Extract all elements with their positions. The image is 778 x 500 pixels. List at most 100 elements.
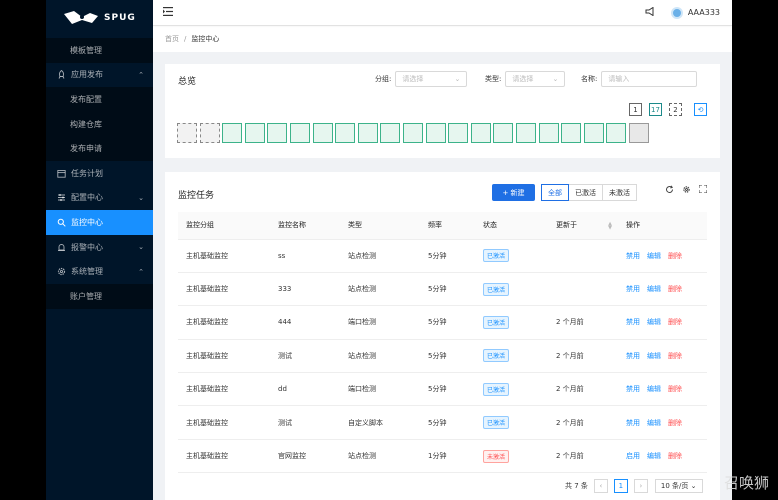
toggle-link[interactable]: 禁用 (626, 285, 640, 293)
cell-updated-text: 2 个月前 (556, 385, 584, 394)
chevron-up-icon: ⌃ (138, 70, 144, 79)
monitor-status-square[interactable] (606, 123, 627, 143)
cell-freq-text: 5分钟 (428, 318, 447, 327)
monitor-status-square[interactable] (425, 123, 446, 143)
sidebar-item-5[interactable]: 任务计划 (46, 161, 153, 186)
avatar[interactable] (670, 6, 683, 19)
delete-link[interactable]: 删除 (668, 318, 682, 326)
cell-type: 站点检测 (340, 439, 420, 474)
sidebar-item-2[interactable]: 发布配置 (46, 87, 153, 112)
monitor-status-square[interactable] (561, 123, 582, 143)
monitor-status-square[interactable] (267, 123, 288, 143)
sidebar-item-1[interactable]: 应用发布 ⌃ (46, 63, 153, 88)
delete-link[interactable]: 删除 (668, 452, 682, 460)
logo-text: SPUG (104, 13, 136, 23)
toggle-normal[interactable]: 1 (629, 103, 642, 116)
monitor-status-square[interactable] (199, 123, 220, 143)
cell-type-text: 站点检测 (348, 351, 376, 360)
menu-fold-icon[interactable] (163, 6, 173, 19)
monitor-status-square[interactable] (470, 123, 491, 143)
sidebar-item-9[interactable]: 系统管理 ⌃ (46, 259, 153, 284)
monitor-status-square[interactable] (380, 123, 401, 143)
toggle-link[interactable]: 启用 (626, 452, 640, 460)
monitor-status-square[interactable] (357, 123, 378, 143)
toggle-refresh[interactable]: ⟲ (694, 103, 707, 116)
username[interactable]: AAA333 (688, 8, 720, 17)
page-button[interactable]: 1 (613, 479, 628, 493)
sidebar-item-label: 配置中心 (71, 193, 103, 203)
breadcrumb-home[interactable]: 首页 (165, 34, 179, 44)
cell-status: 已激活 (475, 405, 548, 440)
edit-link[interactable]: 编辑 (647, 352, 661, 360)
sidebar-item-0[interactable]: 模板管理 (46, 38, 153, 63)
cell-freq-text: 5分钟 (428, 285, 447, 294)
monitor-status-square[interactable] (177, 123, 197, 143)
notification-icon[interactable] (645, 6, 655, 18)
toggle-link[interactable]: 禁用 (626, 252, 640, 260)
toggle-link[interactable]: 禁用 (626, 318, 640, 326)
toggle-link[interactable]: 禁用 (626, 419, 640, 427)
edit-link[interactable]: 编辑 (647, 452, 661, 460)
gear-icon[interactable] (682, 185, 691, 197)
monitor-status-square[interactable] (222, 123, 243, 143)
cell-type-text: 站点检测 (348, 251, 376, 260)
page-size-select[interactable]: 10 条/页 ⌄ (654, 479, 703, 493)
group-select[interactable]: 请选择 ⌄ (395, 71, 468, 87)
monitor-status-square[interactable] (629, 123, 649, 143)
delete-link[interactable]: 删除 (668, 252, 682, 260)
type-select[interactable]: 请选择 ⌄ (505, 71, 566, 87)
edit-link[interactable]: 编辑 (647, 285, 661, 293)
status-badge: 已激活 (483, 315, 510, 329)
table-row: 主机基础监控 官网监控 站点检测 1分钟 未激活 2 个月前 启用 编辑 删除 (178, 439, 707, 474)
monitor-status-square[interactable] (583, 123, 604, 143)
monitor-status-square[interactable] (312, 123, 333, 143)
cell-status: 已激活 (475, 272, 548, 307)
delete-link[interactable]: 删除 (668, 285, 682, 293)
edit-link[interactable]: 编辑 (647, 419, 661, 427)
radio-active[interactable]: 已激活 (568, 184, 603, 201)
chevron-down-icon: ⌄ (138, 243, 144, 252)
monitor-status-square[interactable] (448, 123, 469, 143)
edit-link[interactable]: 编辑 (647, 385, 661, 393)
monitor-status-square[interactable] (403, 123, 423, 143)
sidebar-item-3[interactable]: 构建仓库 (46, 111, 153, 137)
radio-all[interactable]: 全部 (541, 184, 569, 201)
chevron-down-icon: ⌄ (454, 75, 461, 83)
monitor-status-square[interactable] (244, 123, 265, 143)
name-input[interactable]: 请输入 (601, 71, 698, 87)
name-filter: 名称: 请输入 (581, 71, 698, 87)
radio-inactive[interactable]: 未激活 (602, 184, 637, 201)
new-button[interactable]: + 新建 (492, 184, 535, 201)
edit-link[interactable]: 编辑 (647, 252, 661, 260)
reload-icon[interactable] (665, 185, 674, 197)
monitor-status-square[interactable] (516, 123, 536, 143)
sidebar-item-10[interactable]: 账户管理 (46, 283, 153, 309)
cell-updated: 2 个月前 (548, 305, 618, 340)
cell-freq: 5分钟 (420, 305, 475, 340)
sidebar-item-7[interactable]: 监控中心 (46, 210, 153, 235)
prev-page-button[interactable]: ‹ (593, 479, 608, 493)
delete-link[interactable]: 删除 (668, 352, 682, 360)
sidebar-item-label: 监控中心 (71, 217, 103, 227)
delete-link[interactable]: 删除 (668, 385, 682, 393)
sidebar-item-8[interactable]: 报警中心 ⌄ (46, 235, 153, 260)
toggle-pending[interactable]: 2 (669, 103, 682, 116)
column-header-updated[interactable]: 更新于 ▲ ▼ (548, 212, 618, 240)
sidebar-item-4[interactable]: 发布申请 (46, 136, 153, 161)
monitor-status-square[interactable] (290, 123, 310, 143)
cell-name: dd (270, 372, 340, 407)
toggle-link[interactable]: 禁用 (626, 352, 640, 360)
monitor-status-square[interactable] (335, 123, 356, 143)
breadcrumb-separator: / (184, 35, 187, 43)
monitor-status-square[interactable] (493, 123, 514, 143)
sidebar-item-6[interactable]: 配置中心 ⌄ (46, 186, 153, 211)
edit-link[interactable]: 编辑 (647, 318, 661, 326)
next-page-button[interactable]: › (633, 479, 648, 493)
monitor-status-square[interactable] (538, 123, 559, 143)
sort-icon[interactable]: ▲ ▼ (608, 222, 612, 231)
toggle-active[interactable]: 17 (649, 103, 662, 116)
delete-link[interactable]: 删除 (668, 419, 682, 427)
fullscreen-icon[interactable] (698, 184, 708, 196)
toggle-link[interactable]: 禁用 (626, 385, 640, 393)
cell-type: 站点检测 (340, 272, 420, 307)
